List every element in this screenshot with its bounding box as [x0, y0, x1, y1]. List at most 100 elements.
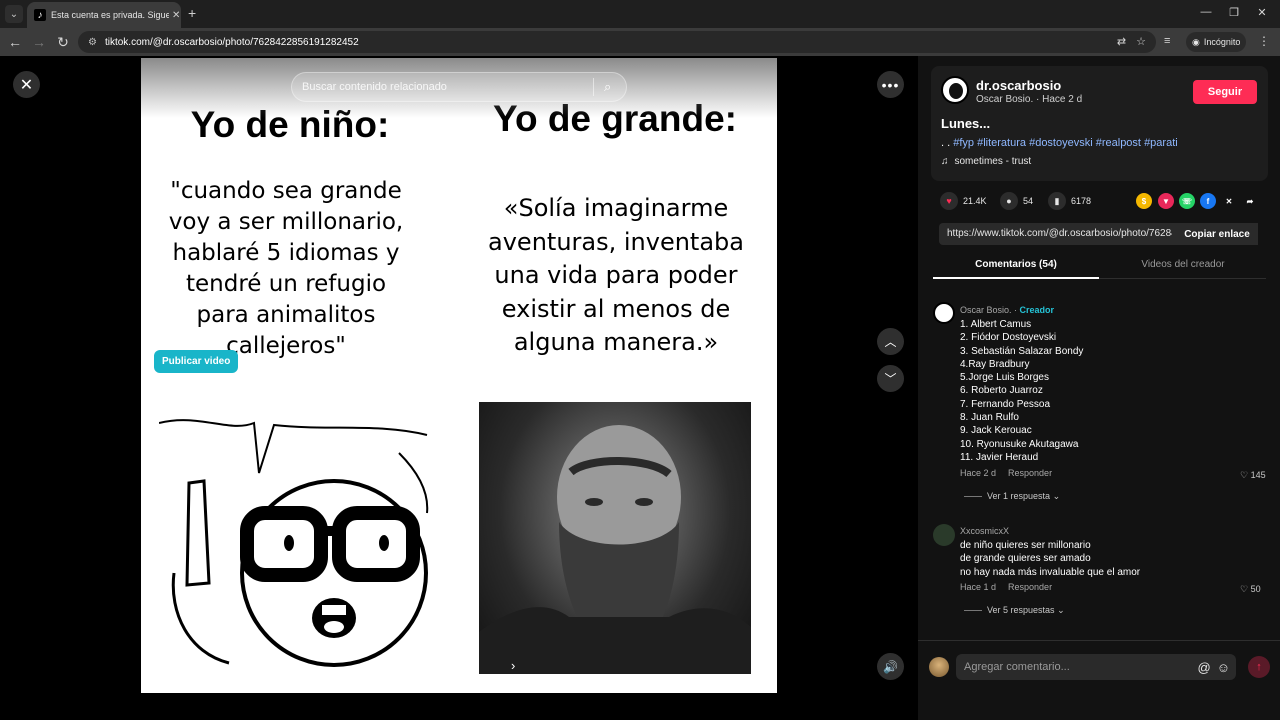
comment-meta: Hace 1 d Responder — [960, 582, 1064, 592]
site-info-icon[interactable]: ⚙ — [88, 37, 97, 48]
caption-prefix: . . — [941, 137, 951, 149]
comment-input[interactable]: Agregar comentario... @ ☺ — [956, 654, 1236, 680]
comment-avatar[interactable] — [933, 524, 955, 546]
caption-title: Lunes... — [941, 116, 991, 131]
comment-placeholder: Agregar comentario... — [964, 661, 1070, 673]
follow-button[interactable]: Seguir — [1193, 80, 1257, 104]
reload-icon[interactable]: ↻ — [54, 34, 72, 51]
comment-time: Hace 2 d — [960, 468, 997, 478]
music-note-icon: ♫ — [941, 156, 949, 167]
forward-icon[interactable]: → — [30, 34, 48, 50]
emoji-icon[interactable]: ☺ — [1217, 660, 1230, 675]
comment-like-button[interactable]: ♡ 50 — [1240, 584, 1261, 595]
replies-dash — [964, 496, 982, 498]
bookmark-star-icon[interactable]: ☆ — [1136, 35, 1146, 48]
reply-button[interactable]: Responder — [1008, 468, 1052, 478]
coin-share-icon[interactable]: $ — [1136, 193, 1152, 209]
like-button[interactable]: ♥ 21.4K — [940, 192, 987, 210]
comment-line: 8. Juan Rulfo — [960, 412, 1019, 424]
related-search-placeholder: Buscar contenido relacionado — [302, 81, 447, 93]
volume-icon[interactable]: 🔊 — [877, 653, 904, 680]
translate-icon[interactable]: ⇄ — [1117, 35, 1126, 48]
save-button[interactable]: ▮ 6178 — [1048, 192, 1091, 210]
author-avatar[interactable] — [941, 76, 969, 104]
meme-right-quote: «Solía imaginarme aventuras, inventaba u… — [488, 194, 744, 356]
restore-icon[interactable]: ❐ — [1224, 6, 1244, 19]
comment-line: 6. Roberto Juarroz — [960, 385, 1043, 397]
share-arrow-icon[interactable]: ➦ — [1242, 193, 1258, 209]
view-replies-button[interactable]: Ver 1 respuesta ⌄ — [964, 491, 1060, 502]
url-text: tiktok.com/@dr.oscarbosio/photo/76284228… — [104, 36, 359, 48]
comment-meta: Hace 2 d Responder — [960, 468, 1064, 478]
hashtag-link[interactable]: #fyp — [953, 137, 974, 149]
browser-tab[interactable]: ♪ Esta cuenta es privada. Sigue esta cue… — [27, 2, 181, 28]
tab-search-icon[interactable]: ⌄ — [5, 5, 23, 23]
comment-line: 1. Albert Camus — [960, 319, 1032, 330]
hashtag-link[interactable]: #literatura — [977, 137, 1026, 149]
music-link[interactable]: ♫ sometimes - trust — [941, 156, 1031, 167]
chevron-down-icon: ⌄ — [1052, 491, 1061, 501]
post-info-card: dr.oscarbosio Oscar Bosio. · Hace 2 d Se… — [931, 66, 1268, 181]
related-search-input[interactable]: Buscar contenido relacionado ⌕ — [291, 72, 627, 102]
incognito-badge[interactable]: ◉ Incógnito — [1186, 32, 1247, 52]
tiktok-icon: ♪ — [34, 9, 46, 21]
share-link[interactable]: https://www.tiktok.com/@dr.oscarbosio/ph… — [947, 228, 1172, 239]
send-share-icon[interactable]: ▼ — [1158, 193, 1174, 209]
active-tab-indicator — [933, 277, 1099, 279]
panel-tabs: Comentarios (54) Videos del creador — [933, 253, 1266, 279]
minimize-icon[interactable]: — — [1196, 6, 1216, 18]
comment-time: Hace 1 d — [960, 582, 997, 592]
comment-line: 11. Javier Heraud — [960, 451, 1039, 463]
view-replies-button[interactable]: Ver 5 respuestas ⌄ — [964, 605, 1065, 616]
search-icon[interactable]: ⌕ — [604, 79, 626, 95]
tab-title: Esta cuenta es privada. Sigue esta cuent… — [51, 10, 169, 20]
author-handle[interactable]: dr.oscarbosio — [976, 78, 1061, 93]
next-post-icon[interactable]: ﹀ — [877, 365, 904, 392]
comment-avatar[interactable] — [933, 302, 955, 324]
chevron-right-icon[interactable]: › — [511, 658, 515, 673]
close-viewer-icon[interactable]: ✕ — [13, 71, 40, 98]
browser-menu-icon[interactable]: ⋮ — [1258, 34, 1270, 48]
new-tab-icon[interactable]: + — [188, 5, 196, 21]
heart-icon: ♥ — [940, 192, 958, 210]
comment-line: 4.Ray Bradbury — [960, 358, 1030, 370]
publish-video-button[interactable]: Publicar video — [154, 350, 239, 373]
comment-line: 3. Sebastián Salazar Bondy — [960, 345, 1084, 357]
reading-list-icon[interactable]: ≡ — [1164, 35, 1170, 47]
bookmark-icon: ▮ — [1048, 192, 1066, 210]
comment-author-name[interactable]: XxcosmicxX — [960, 526, 1009, 536]
comment-like-button[interactable]: ♡ 145 — [1240, 470, 1266, 481]
photo-viewer: ✕ ••• ︿ ﹀ 🔊 Yo de niño: Yo de grande: "c… — [0, 56, 918, 720]
comment-author[interactable]: Oscar Bosio. · Creador — [960, 305, 1054, 315]
hashtag-link[interactable]: #dostoyevski — [1029, 137, 1093, 149]
view-replies-label: Ver 5 respuestas — [987, 605, 1055, 615]
x-twitter-icon[interactable]: ✕ — [1221, 193, 1237, 209]
comment-text: de niño quieres ser millonario de grande… — [960, 539, 1140, 579]
facebook-icon[interactable]: f — [1200, 193, 1216, 209]
comment-line: 9. Jack Kerouac — [960, 425, 1032, 437]
reply-button[interactable]: Responder — [1008, 582, 1052, 592]
tab-creator-videos[interactable]: Videos del creador — [1100, 259, 1266, 270]
replies-dash — [964, 610, 982, 612]
comment-count: 54 — [1023, 196, 1034, 206]
mention-icon[interactable]: @ — [1198, 660, 1211, 675]
comment-button[interactable]: ● 54 — [1000, 192, 1033, 210]
tab-close-icon[interactable]: ✕ — [172, 10, 180, 21]
tab-comments[interactable]: Comentarios (54) — [933, 259, 1099, 270]
post-side-panel: dr.oscarbosio Oscar Bosio. · Hace 2 d Se… — [918, 56, 1280, 720]
address-bar[interactable]: ⚙ tiktok.com/@dr.oscarbosio/photo/762842… — [78, 31, 1156, 53]
previous-post-icon[interactable]: ︿ — [877, 328, 904, 355]
like-count: 21.4K — [963, 196, 987, 206]
incognito-icon: ◉ — [1192, 36, 1200, 47]
window-close-icon[interactable]: ✕ — [1252, 6, 1272, 19]
creator-badge: Creador — [1019, 305, 1055, 315]
send-comment-icon[interactable]: ↑ — [1248, 656, 1270, 678]
hashtag-link[interactable]: #realpost — [1096, 137, 1141, 149]
copy-link-button[interactable]: Copiar enlace — [1176, 223, 1258, 245]
hashtag-link[interactable]: #parati — [1144, 137, 1178, 149]
comments-list: Oscar Bosio. · Creador 1. Albert Camus 2… — [918, 288, 1280, 640]
whatsapp-icon[interactable]: ☏ — [1179, 193, 1195, 209]
comment-line: 5.Jorge Luis Borges — [960, 372, 1049, 384]
more-options-icon[interactable]: ••• — [877, 71, 904, 98]
back-icon[interactable]: ← — [6, 34, 24, 50]
